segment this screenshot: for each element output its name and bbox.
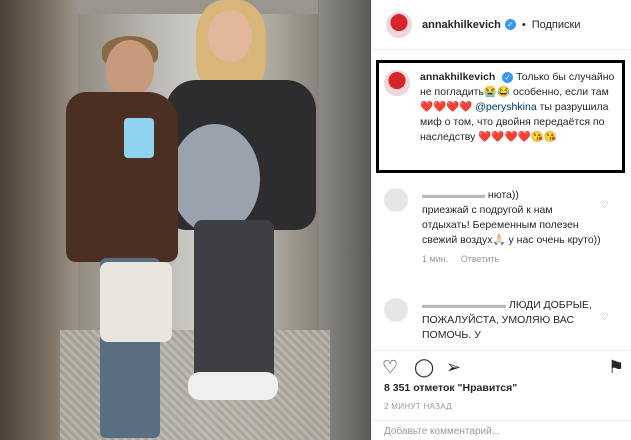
phone-in-photo bbox=[124, 118, 154, 158]
post-photo[interactable] bbox=[0, 0, 371, 440]
person-left bbox=[66, 36, 186, 440]
comment-avatar[interactable] bbox=[384, 298, 408, 322]
verified-icon: ✓ bbox=[504, 19, 516, 30]
post-header: annakhilkevich ✓ • Подписки bbox=[372, 0, 631, 50]
caption-mention[interactable]: @peryshkina bbox=[475, 101, 536, 113]
header-separator: • bbox=[521, 18, 526, 31]
caption-avatar[interactable] bbox=[384, 70, 410, 96]
add-comment-input[interactable]: Добавьте комментарий... bbox=[372, 420, 631, 440]
caption: annakhilkevich ✓ Только бы случайно не п… bbox=[420, 70, 618, 145]
share-icon[interactable]: ➢ bbox=[446, 357, 461, 378]
comment-like-icon[interactable]: ♡ bbox=[600, 200, 610, 211]
comment-icon[interactable]: ◯ bbox=[414, 357, 434, 378]
reply-button[interactable]: Ответить bbox=[461, 254, 499, 264]
caption-username[interactable]: annakhilkevich bbox=[420, 71, 495, 83]
comment-like-icon[interactable]: ♡ bbox=[600, 312, 610, 323]
post-actions: ♡ ◯ ➢ ⚑ bbox=[372, 350, 631, 380]
heart-icon[interactable]: ♡ bbox=[382, 357, 398, 378]
comment-user-fragment: нюта)) bbox=[487, 189, 519, 201]
likes-count[interactable]: 8 351 отметок "Нравится" bbox=[384, 382, 517, 394]
bookmark-icon[interactable]: ⚑ bbox=[608, 357, 624, 378]
comment-text: приезжай с подругой к нам отдыхать! Бере… bbox=[422, 204, 601, 246]
header-username[interactable]: annakhilkevich bbox=[422, 19, 501, 31]
following-button[interactable]: Подписки bbox=[532, 19, 581, 31]
post-side-panel: annakhilkevich ✓ • Подписки annakhilkevi… bbox=[371, 0, 631, 440]
comment-time: 1 мин. bbox=[422, 254, 449, 264]
comment-avatar[interactable] bbox=[384, 188, 408, 212]
verified-icon: ✓ bbox=[502, 71, 514, 83]
post-time: 2 МИНУТ НАЗАД bbox=[384, 402, 452, 411]
avatar[interactable] bbox=[386, 11, 412, 38]
